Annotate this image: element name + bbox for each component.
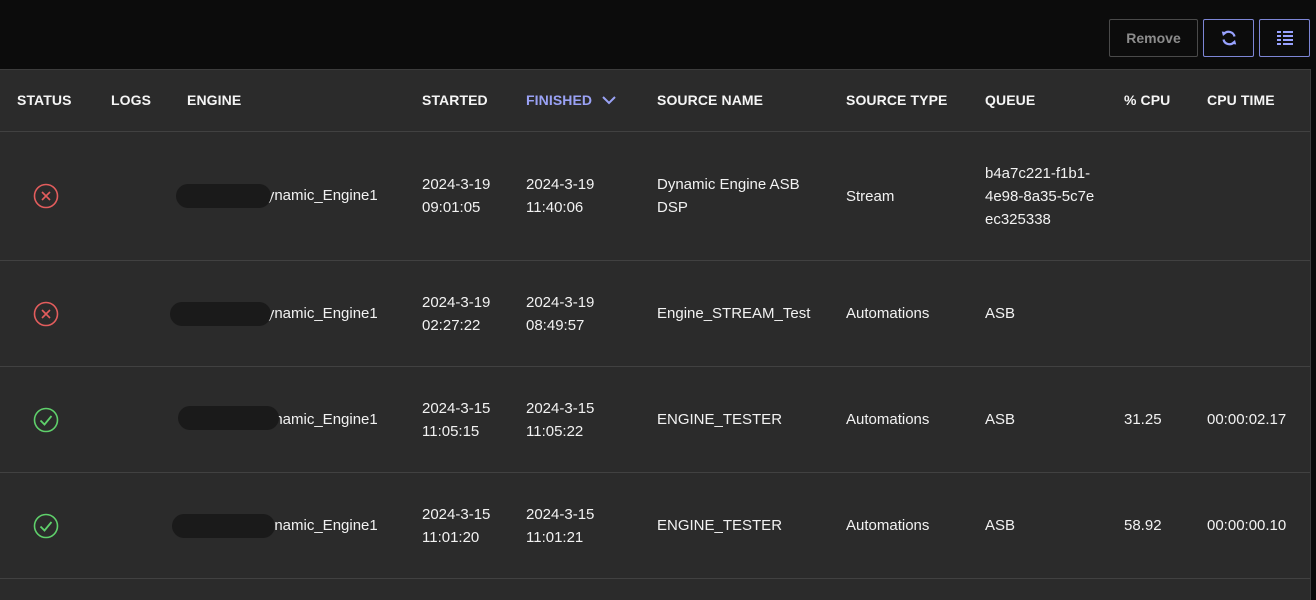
source-type-cell: Automations — [846, 305, 930, 322]
header-source-name[interactable]: SOURCE NAME — [657, 70, 832, 131]
header-source-type[interactable]: SOURCE TYPE — [846, 70, 947, 131]
source-name-cell: ENGINE_TESTER — [657, 517, 783, 534]
engine-name: Dynamic_Engine1 — [256, 304, 378, 322]
failed-status-icon — [33, 183, 59, 209]
column-settings-button[interactable] — [1259, 19, 1310, 57]
source-type-cell: Automations — [846, 517, 930, 534]
source-name-cell: Engine_STREAM_Test — [657, 305, 811, 322]
source-type-cell: Automations — [846, 411, 930, 428]
success-status-icon — [33, 407, 59, 432]
finished-cell: 2024-3-15 11:01:21 — [526, 505, 595, 546]
engine-name: Dynamic_Engine1 — [256, 187, 378, 204]
queue-cell: b4a7c221-f1b1-4e98-8a35-5c7eec325338 — [985, 164, 1095, 228]
started-cell: 2024-3-15 11:05:15 — [422, 399, 491, 440]
redaction-mark — [172, 513, 275, 538]
started-cell: 2024-3-19 02:27:22 — [422, 293, 491, 334]
started-cell: 2024-3-19 09:01:05 — [422, 176, 491, 216]
header-cpu[interactable]: % CPU — [1124, 70, 1170, 131]
failed-status-icon — [33, 301, 59, 326]
started-cell: 2024-3-15 11:01:20 — [422, 505, 491, 546]
table-header-row: STATUS LOGS ENGINE STARTED FINISHED SOUR… — [0, 70, 1310, 132]
header-logs[interactable]: LOGS — [111, 70, 151, 131]
header-finished-label: FINISHED — [526, 92, 593, 108]
redaction-mark — [178, 405, 279, 430]
redaction-mark — [170, 301, 271, 326]
cpu-cell: 31.25 — [1124, 411, 1162, 428]
finished-cell: 2024-3-19 08:49:57 — [526, 293, 595, 334]
engine-cell: Dynamic_Engine1 — [170, 367, 400, 472]
table-row[interactable]: Dynamic_Engine1 2024-3-19 02:27:22 2024-… — [0, 261, 1310, 367]
engine-cell: Dynamic_Engine1 — [170, 261, 400, 366]
header-status[interactable]: STATUS — [17, 70, 72, 131]
engine-cell: Dynamic_Engine1 — [170, 473, 400, 578]
engine-cell: Dynamic_Engine1 — [170, 132, 400, 260]
remove-button[interactable]: Remove — [1109, 19, 1198, 57]
source-name-cell: ENGINE_TESTER — [657, 411, 783, 428]
table-row[interactable]: Dynamic_Engine1 2024-3-19 09:01:05 2024-… — [0, 132, 1310, 261]
source-name-cell: Dynamic Engine ASB DSP — [657, 176, 800, 216]
table-row[interactable]: Dynamic_Engine1 2024-3-15 11:01:20 2024-… — [0, 473, 1310, 579]
cpu-time-cell: 00:00:00.10 — [1207, 517, 1287, 534]
chevron-down-icon — [602, 96, 616, 105]
columns-list-icon — [1276, 31, 1293, 45]
top-toolbar: Remove — [0, 0, 1316, 69]
queue-cell: ASB — [985, 411, 1016, 428]
queue-cell: ASB — [985, 305, 1016, 322]
finished-cell: 2024-3-15 11:05:22 — [526, 399, 595, 440]
cpu-cell: 58.92 — [1124, 517, 1162, 534]
table-row[interactable]: Dynamic_Engine1 2024-3-15 11:05:15 2024-… — [0, 367, 1310, 473]
header-finished[interactable]: FINISHED — [526, 70, 646, 131]
header-queue[interactable]: QUEUE — [985, 70, 1095, 131]
jobs-table: STATUS LOGS ENGINE STARTED FINISHED SOUR… — [0, 69, 1311, 600]
header-started[interactable]: STARTED — [422, 70, 502, 131]
redaction-mark — [176, 184, 271, 208]
header-engine[interactable]: ENGINE — [187, 70, 241, 131]
success-status-icon — [33, 513, 59, 538]
queue-cell: ASB — [985, 517, 1016, 534]
refresh-button[interactable] — [1203, 19, 1254, 57]
refresh-icon — [1221, 30, 1236, 46]
header-cpu-time[interactable]: CPU TIME — [1207, 70, 1275, 131]
source-type-cell: Stream — [846, 187, 895, 205]
finished-cell: 2024-3-19 11:40:06 — [526, 176, 595, 216]
cpu-time-cell: 00:00:02.17 — [1207, 411, 1287, 428]
